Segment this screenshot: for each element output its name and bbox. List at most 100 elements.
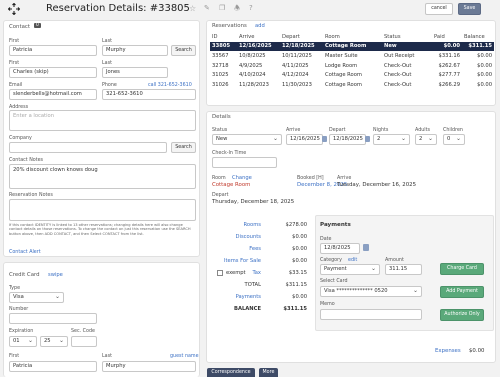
correspondence-button[interactable]: Correspondence <box>207 368 255 377</box>
table-row[interactable]: 33805 12/16/2025 12/18/2025 Cottage Room… <box>210 41 494 52</box>
table-row[interactable]: 31026 11/28/2023 11/30/2023 Cottage Room… <box>210 80 494 90</box>
adults-select[interactable]: 2 <box>415 134 437 145</box>
first-name-field-2[interactable]: Charles (skip) <box>9 67 97 78</box>
add-reservation-link[interactable]: add <box>255 23 265 29</box>
table-row[interactable]: 33567 10/8/2025 10/11/2025 Master Suite … <box>210 51 494 61</box>
charge-card-button[interactable]: Charge Card <box>440 263 484 275</box>
search-button[interactable]: Search <box>171 45 196 56</box>
checkin-time-field[interactable] <box>212 157 277 168</box>
call-link[interactable]: call 321-652-3610 <box>148 83 192 88</box>
arrive-calendar-icon[interactable] <box>322 136 327 142</box>
help-icon[interactable]: ? <box>249 4 253 12</box>
col-paid: Paid <box>434 33 445 40</box>
sec-code-label: Sec. Code <box>71 329 95 334</box>
star-icon[interactable]: ☆ <box>189 4 196 13</box>
tax-link[interactable]: Tax <box>252 268 261 278</box>
sec-code-field[interactable] <box>71 336 97 347</box>
room-value: Cottage Room <box>212 182 251 188</box>
discounts-row: Discounts $0.00 <box>207 232 307 242</box>
total-row: TOTAL $311.15 <box>207 280 307 290</box>
cell-paid: $331.16 <box>438 52 460 59</box>
table-row[interactable]: 31025 4/10/2024 4/12/2024 Cottage Room C… <box>210 70 494 80</box>
contact-alert-link[interactable]: Contact Alert <box>9 250 41 255</box>
expand-icon[interactable] <box>7 2 21 16</box>
last-name-field[interactable]: Murphy <box>102 45 168 56</box>
card-first-name-field[interactable]: Patricia <box>9 361 97 372</box>
children-select[interactable]: 0 <box>443 134 465 145</box>
status-select[interactable]: New <box>212 134 282 145</box>
cell-status: Check-Out <box>384 81 412 88</box>
reservation-notes-label: Reservation Notes <box>9 193 53 198</box>
swipe-link[interactable]: swipe <box>48 272 63 278</box>
last-name-field-2[interactable]: Jones <box>102 67 168 78</box>
card-last-name-field[interactable]: Murphy <box>102 361 196 372</box>
payments-link[interactable]: Payments <box>236 292 261 302</box>
address-field[interactable]: Enter a location <box>9 110 196 131</box>
date-label: Date <box>320 237 332 242</box>
memo-field[interactable] <box>320 309 422 320</box>
arrive-text-label: Arrive <box>337 176 352 181</box>
payment-date-field[interactable]: 12/8/2025 <box>320 243 360 254</box>
more-button[interactable]: More <box>259 368 278 377</box>
cancel-button[interactable]: cancel <box>425 3 453 15</box>
reservation-notes-field[interactable] <box>9 199 196 221</box>
items-row: Items For Sale $0.00 <box>207 256 307 266</box>
col-arrive: Arrive <box>239 33 255 40</box>
top-bar: Reservation Details: #33805 ☆ ✎ ❐ 🕭 ? ca… <box>0 0 500 18</box>
exp-year-select[interactable]: 25 <box>40 336 68 347</box>
select-card-dropdown[interactable]: Visa ************** 0520 <box>320 286 422 297</box>
add-payment-button[interactable]: Add Payment <box>440 286 484 298</box>
cell-room: Cottage Room <box>325 81 362 88</box>
fees-link[interactable]: Fees <box>249 244 261 254</box>
bell-icon[interactable]: 🕭 <box>234 4 240 15</box>
cell-arrive: 12/16/2025 <box>237 41 280 52</box>
cell-balance: $0.00 <box>477 52 492 59</box>
discounts-link[interactable]: Discounts <box>236 232 261 242</box>
col-id: ID <box>212 33 218 40</box>
company-search-button[interactable]: Search <box>171 142 196 153</box>
category-select[interactable]: Payment <box>320 264 380 275</box>
email-field[interactable]: slenderbells@hotmail.com <box>9 89 97 100</box>
table-row[interactable]: 32718 4/9/2025 4/11/2025 Lodge Room Chec… <box>210 61 494 71</box>
guest-name-link[interactable]: guest name <box>170 354 199 359</box>
exp-month-select[interactable]: 01 <box>9 336 37 347</box>
number-label: Number <box>9 307 29 312</box>
items-link[interactable]: Items For Sale <box>224 256 261 266</box>
depart-calendar-icon[interactable] <box>365 136 370 142</box>
company-field[interactable] <box>9 142 167 153</box>
cell-room: Lodge Room <box>325 62 358 69</box>
depart-text: Thursday, December 18, 2025 <box>212 199 295 205</box>
cell-depart: 12/18/2025 <box>280 41 323 52</box>
payment-calendar-icon[interactable] <box>363 244 369 251</box>
change-room-link[interactable]: Change <box>232 175 252 181</box>
card-number-field[interactable] <box>9 313 97 324</box>
category-edit-link[interactable]: edit <box>348 258 357 263</box>
contact-panel: Contact 0 First Last Patricia Murphy Sea… <box>3 20 200 257</box>
rooms-link[interactable]: Rooms <box>244 220 261 230</box>
phone-field[interactable]: 321-652-3610 <box>102 89 196 100</box>
exempt-checkbox[interactable] <box>217 270 223 276</box>
contact-notes-label: Contact Notes <box>9 158 44 163</box>
cell-paid: $277.77 <box>438 72 460 79</box>
first-name-field[interactable]: Patricia <box>9 45 97 56</box>
edit-icon[interactable]: ✎ <box>204 4 210 12</box>
authorize-only-button[interactable]: Authorize Only <box>440 309 484 321</box>
card-type-select[interactable]: Visa <box>9 292 64 303</box>
cell-balance: $0.00 <box>477 72 492 79</box>
save-button[interactable]: Save <box>458 3 481 15</box>
arrive-date-field[interactable]: 12/16/2025 <box>286 134 323 145</box>
expenses-link[interactable]: Expenses <box>435 348 461 354</box>
room-label: Room <box>212 176 226 181</box>
nights-select[interactable]: 2 <box>373 134 410 145</box>
depart-date-field[interactable]: 12/18/2025 <box>329 134 366 145</box>
copy-icon[interactable]: ❐ <box>219 4 225 12</box>
contact-notes-field[interactable]: 20% discount clown knows doug <box>9 164 196 189</box>
cell-status: Check-Out <box>384 72 412 79</box>
contact-count-badge: 0 <box>34 23 41 28</box>
memo-label: Memo <box>320 302 335 307</box>
cell-id: 33567 <box>212 52 229 59</box>
cell-id: 31026 <box>212 81 229 88</box>
arrive-text: Tuesday, December 16, 2025 <box>337 182 417 188</box>
amount-field[interactable]: 311.15 <box>385 264 422 275</box>
booked-label: Booked [H] <box>297 176 324 181</box>
